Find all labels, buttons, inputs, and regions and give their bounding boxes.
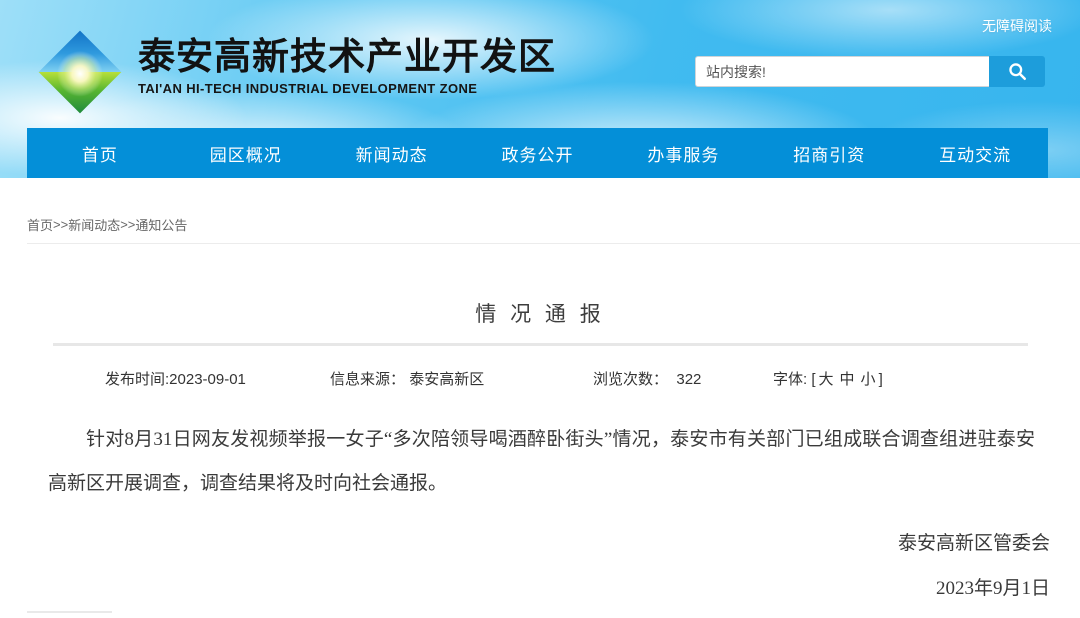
nav-item-overview[interactable]: 园区概况: [173, 128, 319, 178]
signature-org: 泰安高新区管委会: [898, 528, 1050, 555]
site-brand[interactable]: 泰安高新技术产业开发区 TAI'AN HI-TECH INDUSTRIAL DE…: [30, 28, 556, 116]
search-input[interactable]: [695, 56, 989, 87]
info-source: 信息来源： 泰安高新区: [330, 368, 484, 389]
views-value: 322: [676, 371, 701, 388]
breadcrumb-divider: [27, 243, 1080, 244]
source-label: 信息来源：: [330, 371, 405, 388]
accessibility-link[interactable]: 无障碍阅读: [982, 16, 1052, 36]
views-label: 浏览次数：: [593, 371, 668, 388]
nav-item-gov-info[interactable]: 政务公开: [465, 128, 611, 178]
site-title-zh: 泰安高新技术产业开发区: [138, 38, 556, 77]
article-meta: 发布时间:2023-09-01 信息来源： 泰安高新区 浏览次数： 322 字体…: [0, 368, 1080, 390]
font-label: 字体: [: [773, 371, 816, 388]
font-size-medium[interactable]: 中: [837, 371, 858, 388]
site-titles: 泰安高新技术产业开发区 TAI'AN HI-TECH INDUSTRIAL DE…: [138, 28, 556, 96]
breadcrumb-notices[interactable]: 通知公告: [135, 215, 187, 234]
article-signature: 泰安高新区管委会 2023年9月1日: [898, 528, 1050, 600]
nav-item-interact[interactable]: 互动交流: [902, 128, 1048, 178]
breadcrumb-home[interactable]: 首页: [27, 215, 53, 234]
article-title: 情 况 通 报: [0, 298, 1080, 328]
font-label-end: ]: [879, 371, 883, 388]
font-size-control: 字体: [大中小]: [773, 368, 883, 389]
source-value: 泰安高新区: [409, 371, 484, 388]
breadcrumb-separator: >>: [120, 217, 135, 232]
page: 无障碍阅读: [0, 0, 1080, 618]
site-search: [695, 56, 1045, 87]
view-count: 浏览次数： 322: [593, 368, 701, 389]
font-size-small[interactable]: 小: [858, 371, 879, 388]
title-divider: [53, 343, 1028, 346]
site-title-en: TAI'AN HI-TECH INDUSTRIAL DEVELOPMENT ZO…: [138, 81, 556, 96]
article-body: 针对8月31日网友发视频举报一女子“多次陪领导喝酒醉卧街头”情况，泰安市有关部门…: [48, 418, 1035, 506]
nav-item-news[interactable]: 新闻动态: [319, 128, 465, 178]
breadcrumb-news[interactable]: 新闻动态: [68, 215, 120, 234]
site-header: 无障碍阅读: [0, 0, 1080, 178]
nav-item-services[interactable]: 办事服务: [610, 128, 756, 178]
nav-item-investment[interactable]: 招商引资: [756, 128, 902, 178]
nav-item-home[interactable]: 首页: [27, 128, 173, 178]
breadcrumb-separator: >>: [53, 217, 68, 232]
bottom-divider: [27, 611, 112, 613]
main-nav: 首页 园区概况 新闻动态 政务公开 办事服务 招商引资 互动交流: [27, 128, 1048, 178]
breadcrumb: 首页 >> 新闻动态 >> 通知公告: [27, 206, 1080, 243]
search-button[interactable]: [989, 56, 1045, 87]
site-logo-icon: [30, 28, 130, 116]
font-size-large[interactable]: 大: [816, 371, 837, 388]
publish-date: 发布时间:2023-09-01: [105, 368, 246, 389]
signature-date: 2023年9月1日: [898, 573, 1050, 600]
search-icon: [1007, 61, 1028, 82]
